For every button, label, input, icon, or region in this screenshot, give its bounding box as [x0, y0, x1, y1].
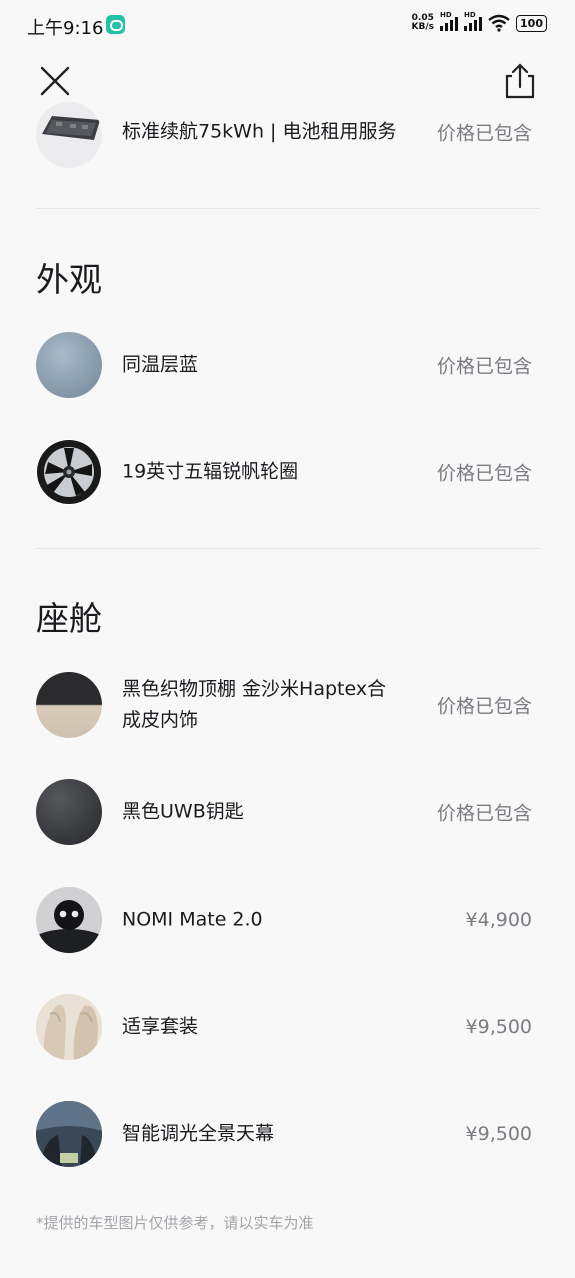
- item-price: 价格已包含: [436, 122, 532, 145]
- section-title-exterior: 外观: [36, 260, 102, 299]
- item-price: ¥9,500: [465, 1016, 532, 1038]
- cabin-item-nomi[interactable]: NOMI Mate 2.0 ¥4,900: [36, 887, 540, 953]
- item-price: ¥9,500: [465, 1123, 532, 1145]
- key-swatch: [36, 779, 102, 845]
- item-name: 19英寸五辐锐帆轮圈: [122, 460, 299, 483]
- item-name: 同温层蓝: [122, 353, 199, 376]
- app-notification-icon: [106, 15, 125, 34]
- item-name: 黑色UWB钥匙: [122, 800, 244, 823]
- divider: [36, 208, 540, 209]
- divider: [36, 548, 540, 549]
- item-name: 黑色织物顶棚 金沙米Haptex合成皮内饰: [122, 678, 387, 731]
- battery-item: 标准续航75kWh | 电池租用服务 价格已包含: [36, 102, 540, 168]
- signal-icon: HD: [464, 11, 483, 31]
- seat-thumbnail: [36, 994, 102, 1060]
- disclaimer-footnote: *提供的车型图片仅供参考，请以实车为准: [36, 1214, 314, 1232]
- exterior-item-color[interactable]: 同温层蓝 价格已包含: [36, 332, 540, 398]
- item-price: 价格已包含: [436, 695, 532, 718]
- status-indicators: 0.05 KB/s HD HD 100: [411, 11, 547, 32]
- battery-icon: 100: [516, 14, 547, 32]
- section-title-cabin: 座舱: [36, 599, 102, 638]
- network-speed: 0.05 KB/s: [411, 13, 435, 32]
- roof-thumbnail: [36, 1101, 102, 1167]
- cabin-item-key[interactable]: 黑色UWB钥匙 价格已包含: [36, 779, 540, 845]
- item-price: 价格已包含: [436, 355, 532, 378]
- wifi-icon: [488, 14, 510, 32]
- signal-icon: HD: [440, 11, 459, 31]
- item-price: 价格已包含: [436, 802, 532, 825]
- close-icon[interactable]: [38, 64, 72, 98]
- item-price: ¥4,900: [465, 909, 532, 931]
- cabin-item-interior[interactable]: 黑色织物顶棚 金沙米Haptex合成皮内饰 价格已包含: [36, 672, 540, 738]
- item-name: 智能调光全景天幕: [122, 1122, 275, 1145]
- cabin-item-comfort-package[interactable]: 适享套装 ¥9,500: [36, 994, 540, 1060]
- color-swatch: [36, 332, 102, 398]
- status-time: 上午9:16: [27, 18, 104, 39]
- item-name: NOMI Mate 2.0: [122, 908, 263, 931]
- status-bar: 上午9:16 0.05 KB/s HD HD 100: [0, 0, 575, 52]
- item-name: 适享套装: [122, 1015, 199, 1038]
- item-name: 标准续航75kWh | 电池租用服务: [122, 120, 397, 143]
- nomi-thumbnail: [36, 887, 102, 953]
- wheel-thumbnail: [36, 439, 102, 505]
- cabin-item-panoramic-roof[interactable]: 智能调光全景天幕 ¥9,500: [36, 1101, 540, 1167]
- share-icon[interactable]: [502, 62, 538, 100]
- exterior-item-wheel[interactable]: 19英寸五辐锐帆轮圈 价格已包含: [36, 439, 540, 505]
- item-price: 价格已包含: [436, 462, 532, 485]
- battery-thumbnail: [36, 102, 102, 168]
- interior-swatch: [36, 672, 102, 738]
